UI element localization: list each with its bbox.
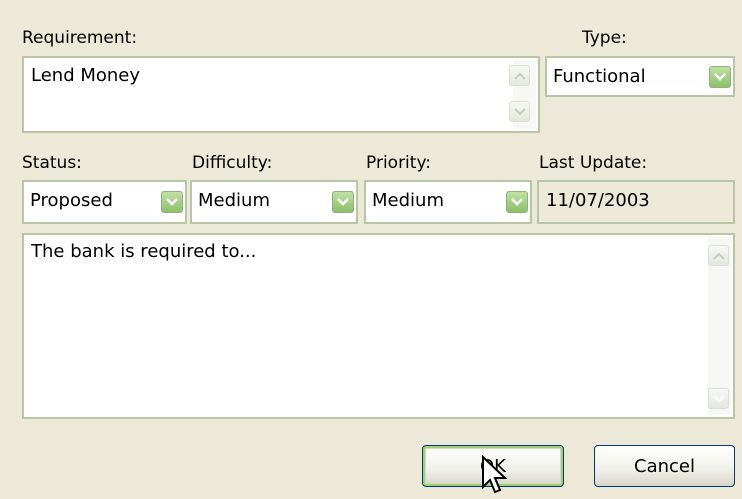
priority-label: Priority:	[366, 153, 431, 173]
chevron-down-icon	[166, 198, 178, 206]
requirement-scroll-down-button[interactable]	[509, 101, 530, 122]
requirement-field[interactable]: Lend Money	[22, 56, 540, 133]
priority-selected: Medium	[372, 190, 444, 211]
last-update-field: 11/07/2003	[537, 180, 735, 224]
chevron-up-icon	[513, 72, 526, 80]
notes-textarea[interactable]: The bank is required to...	[22, 233, 735, 419]
notes-scroll-down-button[interactable]	[708, 388, 729, 409]
difficulty-dropdown-button[interactable]	[332, 191, 354, 213]
type-dropdown-button[interactable]	[709, 66, 731, 88]
status-combobox[interactable]: Proposed	[22, 180, 187, 224]
last-update-value: 11/07/2003	[546, 190, 650, 211]
cancel-button[interactable]: Cancel	[594, 445, 735, 487]
mouse-cursor-icon	[482, 455, 508, 494]
type-selected: Functional	[553, 66, 646, 87]
type-label: Type:	[582, 28, 627, 48]
difficulty-label: Difficulty:	[192, 153, 273, 173]
difficulty-selected: Medium	[198, 190, 270, 211]
type-combobox[interactable]: Functional	[545, 56, 735, 97]
last-update-label: Last Update:	[539, 153, 648, 173]
chevron-up-icon	[712, 252, 725, 260]
chevron-down-icon	[712, 394, 725, 402]
priority-dropdown-button[interactable]	[506, 191, 528, 213]
requirement-value: Lend Money	[31, 65, 141, 86]
chevron-down-icon	[511, 198, 523, 206]
cancel-button-label: Cancel	[634, 455, 695, 477]
status-dropdown-button[interactable]	[161, 191, 183, 213]
chevron-down-icon	[337, 198, 349, 206]
notes-value: The bank is required to...	[31, 241, 257, 262]
requirement-scroll-up-button[interactable]	[509, 65, 530, 86]
notes-scroll-up-button[interactable]	[708, 245, 729, 266]
requirement-label: Requirement:	[22, 28, 138, 48]
chevron-down-icon	[513, 107, 526, 115]
difficulty-combobox[interactable]: Medium	[190, 180, 358, 224]
status-label: Status:	[22, 153, 82, 173]
status-selected: Proposed	[30, 190, 113, 211]
chevron-down-icon	[714, 73, 726, 81]
priority-combobox[interactable]: Medium	[364, 180, 532, 224]
